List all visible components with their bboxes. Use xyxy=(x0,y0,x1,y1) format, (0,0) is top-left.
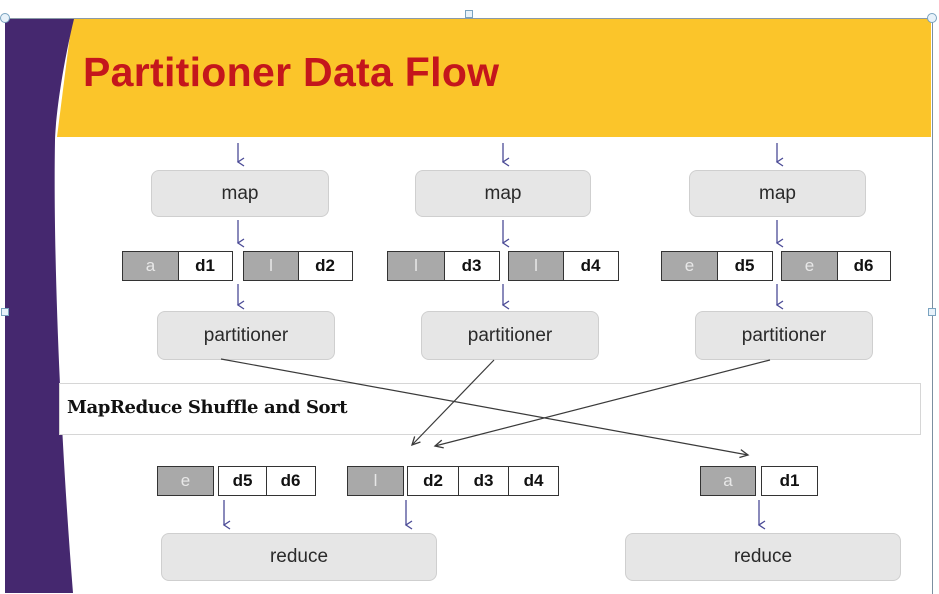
resize-handle-top-right[interactable] xyxy=(927,13,937,23)
value-cell: d1 xyxy=(177,251,233,281)
value-cell: d3 xyxy=(443,251,500,281)
map2-output-pair-2: l d4 xyxy=(508,251,619,281)
resize-handle-middle-left[interactable] xyxy=(1,308,9,316)
resize-handle-top-center[interactable] xyxy=(465,10,473,18)
partitioner-box-2: partitioner xyxy=(421,311,599,360)
map-box-2: map xyxy=(415,170,591,217)
map-box-1: map xyxy=(151,170,329,217)
partitioner-box-3: partitioner xyxy=(695,311,873,360)
value-cell: d6 xyxy=(836,251,891,281)
value-cell: d5 xyxy=(218,466,267,496)
slide-title: Partitioner Data Flow xyxy=(83,49,500,95)
key-cell: a xyxy=(122,251,179,281)
key-cell: l xyxy=(508,251,564,281)
key-cell: e xyxy=(781,251,838,281)
key-cell: l xyxy=(243,251,299,281)
resize-handle-top-left[interactable] xyxy=(0,13,10,23)
reduce-box-1: reduce xyxy=(161,533,437,581)
value-cell: d3 xyxy=(457,466,510,496)
resize-handle-middle-right[interactable] xyxy=(928,308,936,316)
value-cell: d5 xyxy=(716,251,773,281)
reducer3-input: a d1 xyxy=(700,466,818,496)
value-cell: d2 xyxy=(407,466,459,496)
map3-output-pair-2: e d6 xyxy=(781,251,891,281)
shuffle-sort-label: MapReduce Shuffle and Sort xyxy=(67,397,348,418)
value-cell: d6 xyxy=(265,466,316,496)
map3-output-pair-1: e d5 xyxy=(661,251,773,281)
value-cell: d4 xyxy=(562,251,619,281)
map2-output-pair-1: l d3 xyxy=(387,251,500,281)
partitioner-box-1: partitioner xyxy=(157,311,335,360)
reducer2-input: l d2 d3 d4 xyxy=(347,466,559,496)
key-cell: a xyxy=(700,466,756,496)
value-cell: d4 xyxy=(508,466,559,496)
map1-output-pair-2: l d2 xyxy=(243,251,353,281)
key-cell: e xyxy=(157,466,214,496)
reducer1-input: e d5 d6 xyxy=(157,466,316,496)
value-cell: d1 xyxy=(761,466,818,496)
reduce-box-2: reduce xyxy=(625,533,901,581)
value-cell: d2 xyxy=(297,251,353,281)
key-cell: l xyxy=(347,466,404,496)
map-box-3: map xyxy=(689,170,866,217)
map1-output-pair-1: a d1 xyxy=(122,251,233,281)
key-cell: e xyxy=(661,251,718,281)
key-cell: l xyxy=(387,251,445,281)
